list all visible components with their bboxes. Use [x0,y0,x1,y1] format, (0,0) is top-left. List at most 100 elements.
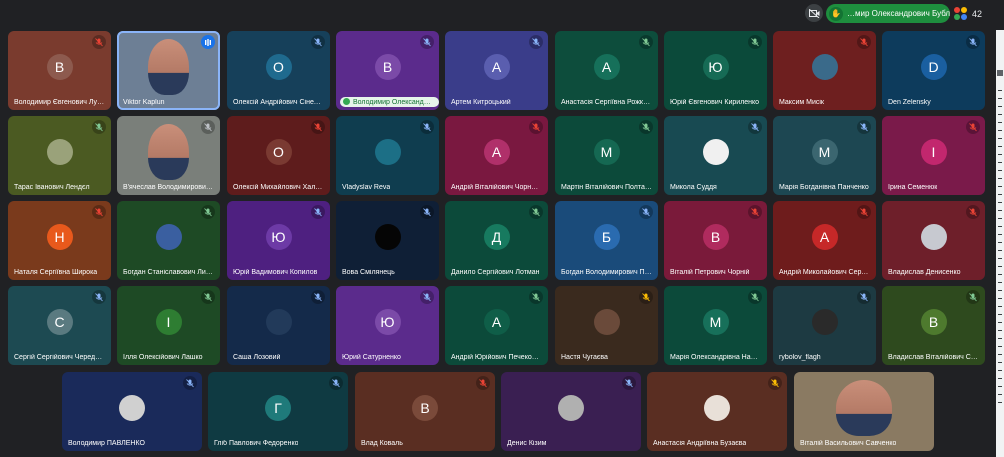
participant-name-text: Юрій Вадимович Копилов [233,269,318,276]
mic-off-icon [639,120,653,134]
participant-name-text: Володимир Євгенович Лукін [14,99,105,106]
avatar-photo [920,223,947,250]
avatar-initial: В [702,223,729,250]
participant-tile[interactable]: І Ілля Олексійович Лашко [117,286,220,365]
participant-tile[interactable]: Д Данило Сергійович Лотман [445,201,548,280]
participant-tile[interactable]: Г Гліб Павлович Федоренко [208,372,348,451]
participant-name-text: Марія Богданівна Панченко [779,184,869,191]
participant-tile[interactable]: Настя Чугаєва [555,286,658,365]
participant-tile[interactable]: І Ірина Семенюк [882,116,985,195]
participant-name: Анастасія Сергіївна Рожко… [561,99,652,106]
scrollbar-tick [998,386,1002,387]
participant-tile[interactable]: Віталій Васильович Савченко [794,372,934,451]
participant-tile[interactable]: М Мартін Віталійович Полтава [555,116,658,195]
participant-name: Богдан Володимирович Пр… [561,269,652,276]
participant-tile[interactable]: Viktor Kaplun [117,31,220,110]
participants-button[interactable]: 42 [954,4,982,23]
participant-tile[interactable]: А Анастасія Сергіївна Рожко… [555,31,658,110]
avatar-photo [558,394,584,421]
participant-tile[interactable]: В Віталій Петрович Чорній [664,201,767,280]
participant-tile[interactable]: Володимир ПАВЛЕНКО [62,372,202,451]
participant-tile[interactable]: А Андрій Віталійович Чорно… [445,116,548,195]
scrollbar-tick [998,306,1002,307]
participant-tile[interactable]: Тарас Іванович Лендєл [8,116,111,195]
participant-tile[interactable]: Микола Суддя [664,116,767,195]
mic-off-icon [639,205,653,219]
avatar-initial: Г [265,394,291,421]
mic-off-icon [966,120,980,134]
participant-name: Богдан Станіславович Лис… [123,269,214,276]
participant-name-text: Viktor Kaplun [123,99,165,106]
scrollbar-thumb[interactable] [997,70,1003,76]
video-off-icon[interactable] [805,4,823,22]
scrollbar-tick [998,242,1002,243]
participant-tile[interactable]: А Артем Китроцький [445,31,548,110]
participant-name-text: Богдан Володимирович Пр… [561,269,652,276]
participant-tile[interactable]: Владислав Денисенко [882,201,985,280]
scrollbar-tick [998,226,1002,227]
participant-tile[interactable]: В Влад Коваль [355,372,495,451]
participant-name: Viktor Kaplun [123,99,165,106]
participant-tile[interactable]: В'ячеслав Володимирович … [117,116,220,195]
participant-name: Микола Суддя [670,184,717,191]
participant-tile[interactable]: А Андрій Юрійович Печекон… [445,286,548,365]
participant-tile[interactable]: Vladyslav Reva [336,116,439,195]
avatar-initial: В [412,394,438,421]
scrollbar-tick [998,202,1002,203]
participant-tile[interactable]: Денис Кізим [501,372,641,451]
participant-name: Настя Чугаєва [561,354,608,361]
participant-name-text: Ірина Семенюк [888,184,938,191]
participant-name: Максим Мисік [779,99,824,106]
participant-tile[interactable]: Н Наталя Сергіївна Широка [8,201,111,280]
participant-tile[interactable]: Богдан Станіславович Лис… [117,201,220,280]
scrollbar-tick [998,394,1002,395]
participant-tile[interactable]: Б Богдан Володимирович Пр… [555,201,658,280]
participant-name-text: Владислав Денисенко [888,269,961,276]
participant-tile[interactable]: rybolov_flagh [773,286,876,365]
scrollbar[interactable] [996,30,1004,457]
active-speaker-pill[interactable]: ✋ …мир Олександрович Бубліченко [826,4,950,23]
avatar-photo [593,308,620,335]
participant-name: Володимир ПАВЛЕНКО [68,440,145,447]
participant-tile[interactable]: Максим Мисік [773,31,876,110]
participant-name: Влад Коваль [361,440,403,447]
participant-tile[interactable]: С Сергій Сергійович Чередн… [8,286,111,365]
participant-tile[interactable]: Анастасія Андріївна Бузаєва [647,372,787,451]
participant-name: Den Zelensky [888,99,931,106]
participant-tile[interactable]: Ю Юрій Євгенович Кириленко [664,31,767,110]
participant-name-text: Сергій Сергійович Чередн… [14,354,105,361]
participant-tile[interactable]: О Олексій Андрійович Сінел… [227,31,330,110]
participant-name: Владислав Денисенко [888,269,961,276]
participant-name: Олексій Михайлович Хала… [233,184,324,191]
participant-count: 42 [972,8,983,19]
participant-tile[interactable]: В Володимир Олександр… [336,31,439,110]
participant-tile[interactable]: М Марія Богданівна Панченко [773,116,876,195]
participant-name-text: Наталя Сергіївна Широка [14,269,98,276]
participant-tile[interactable]: М Марія Олександрівна Наст… [664,286,767,365]
scrollbar-tick [998,210,1002,211]
participant-name-text: Den Zelensky [888,99,931,106]
avatar-initial: М [811,138,838,165]
avatar-initial: Д [483,223,510,250]
mic-off-icon [748,35,762,49]
participant-tile[interactable]: О Олексій Михайлович Хала… [227,116,330,195]
participant-tile[interactable]: Ю Юрий Сатурненко [336,286,439,365]
participant-name: Анастасія Андріївна Бузаєва [653,440,746,447]
participant-tile[interactable]: D Den Zelensky [882,31,985,110]
participant-tile[interactable]: В Владислав Віталійович Си… [882,286,985,365]
participant-tile[interactable]: В Володимир Євгенович Лукін [8,31,111,110]
participant-name-text: Тарас Іванович Лендєл [14,184,90,191]
scrollbar-tick [998,314,1002,315]
mic-off-icon [92,290,106,304]
participant-tile[interactable]: Саша Лозовий [227,286,330,365]
participant-tile[interactable]: Вова Смілянець [336,201,439,280]
scrollbar-tick [998,266,1002,267]
avatar-initial: В [46,53,73,80]
participant-video [147,39,190,95]
participant-tile[interactable]: А Андрій Миколайович Серд… [773,201,876,280]
avatar-photo [704,394,730,421]
participant-name-text: Анастасія Андріївна Бузаєва [653,440,747,447]
avatar-initial: Н [46,223,73,250]
participant-tile[interactable]: Ю Юрій Вадимович Копилов [227,201,330,280]
mic-off-icon [183,376,197,390]
